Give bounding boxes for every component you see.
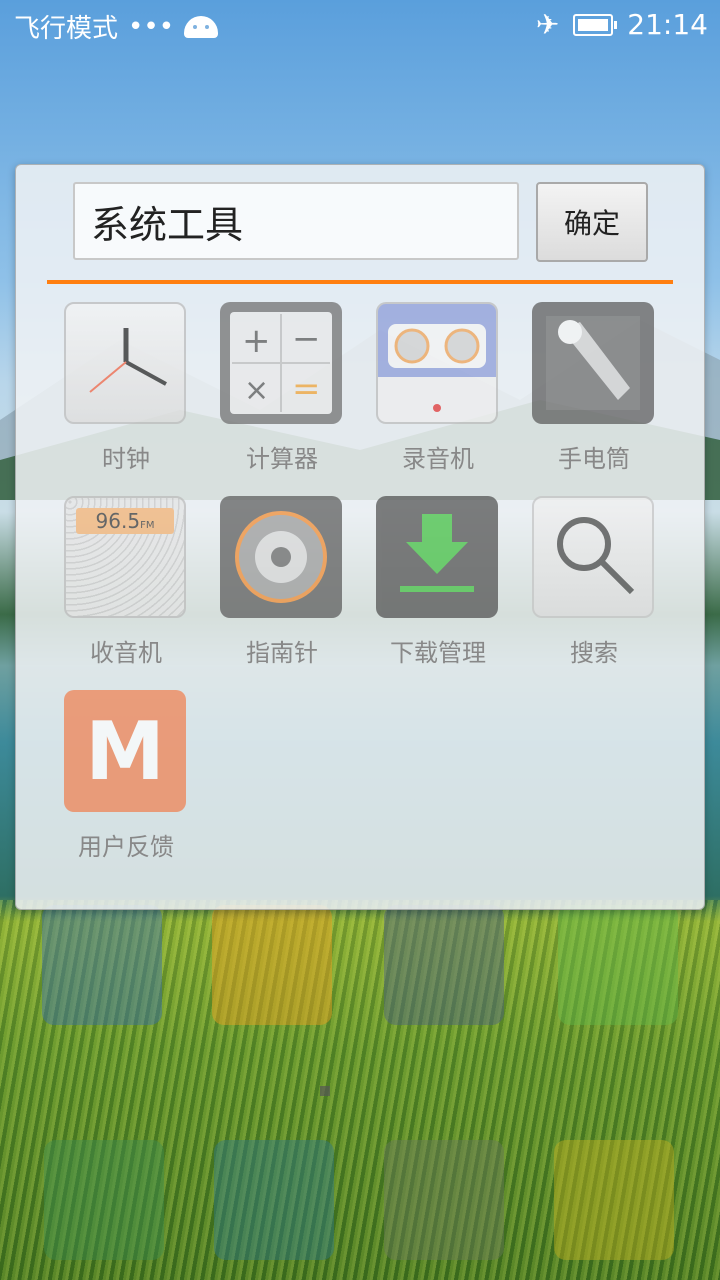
search-icon	[532, 496, 654, 618]
folder-name-input[interactable]: 系统工具	[73, 182, 519, 260]
app-radio[interactable]: 96.5FM 收音机	[48, 496, 204, 686]
app-label: 手电筒	[558, 445, 630, 473]
app-label: 录音机	[402, 445, 474, 473]
radio-icon: 96.5FM	[64, 496, 186, 618]
confirm-button[interactable]: 确定	[536, 182, 648, 262]
app-download-manager[interactable]: 下载管理	[360, 496, 516, 686]
bg-mi-store-icon	[212, 905, 332, 1025]
svg-text:=: =	[292, 369, 321, 409]
dock-browser-icon[interactable]	[384, 1140, 504, 1260]
svg-text:+: +	[242, 321, 271, 361]
app-label: 收音机	[90, 639, 162, 667]
svg-text:×: ×	[244, 373, 269, 408]
app-feedback[interactable]: M 用户反馈	[48, 690, 204, 880]
app-label: 搜索	[570, 639, 618, 667]
recorder-icon	[376, 302, 498, 424]
clock-time: 21:14	[627, 8, 708, 41]
status-bar: 飞行模式 ••• ✈ 21:14	[0, 0, 720, 52]
svg-text:−: −	[292, 319, 321, 359]
feedback-icon: M	[64, 690, 186, 812]
app-folder: 系统工具 确定 时钟 + − × = 计算器 录音机 手电筒 96.5FM 收音…	[15, 164, 705, 910]
app-label: 计算器	[246, 445, 318, 473]
dock-messages-icon[interactable]	[554, 1140, 674, 1260]
airplane-icon: ✈	[535, 8, 560, 41]
app-search[interactable]: 搜索	[516, 496, 672, 686]
bg-mitalk-icon	[558, 905, 678, 1025]
app-clock[interactable]: 时钟	[48, 302, 204, 492]
calculator-icon: + − × =	[220, 302, 342, 424]
battery-icon	[573, 13, 618, 36]
app-calculator[interactable]: + − × = 计算器	[204, 302, 360, 492]
dock-phone-icon[interactable]	[44, 1140, 164, 1260]
app-label: 指南针	[246, 639, 318, 667]
android-icon	[184, 15, 219, 38]
clock-icon	[64, 302, 186, 424]
app-label: 下载管理	[390, 639, 486, 667]
app-recorder[interactable]: 录音机	[360, 302, 516, 492]
flashlight-icon	[532, 302, 654, 424]
app-label: 时钟	[102, 445, 150, 473]
radio-display: 96.5FM	[76, 508, 174, 534]
app-flashlight[interactable]: 手电筒	[516, 302, 672, 492]
more-notifications-icon: •••	[128, 11, 175, 42]
airplane-mode-text: 飞行模式	[14, 14, 119, 44]
download-icon	[376, 496, 498, 618]
app-label: 用户反馈	[78, 833, 174, 861]
app-compass[interactable]: 指南针	[204, 496, 360, 686]
bg-settings-icon	[42, 905, 162, 1025]
folder-divider	[47, 280, 673, 284]
compass-icon	[220, 496, 342, 618]
dock-contacts-icon[interactable]	[214, 1140, 334, 1260]
page-indicator	[320, 1086, 330, 1096]
bg-files-icon	[384, 905, 504, 1025]
